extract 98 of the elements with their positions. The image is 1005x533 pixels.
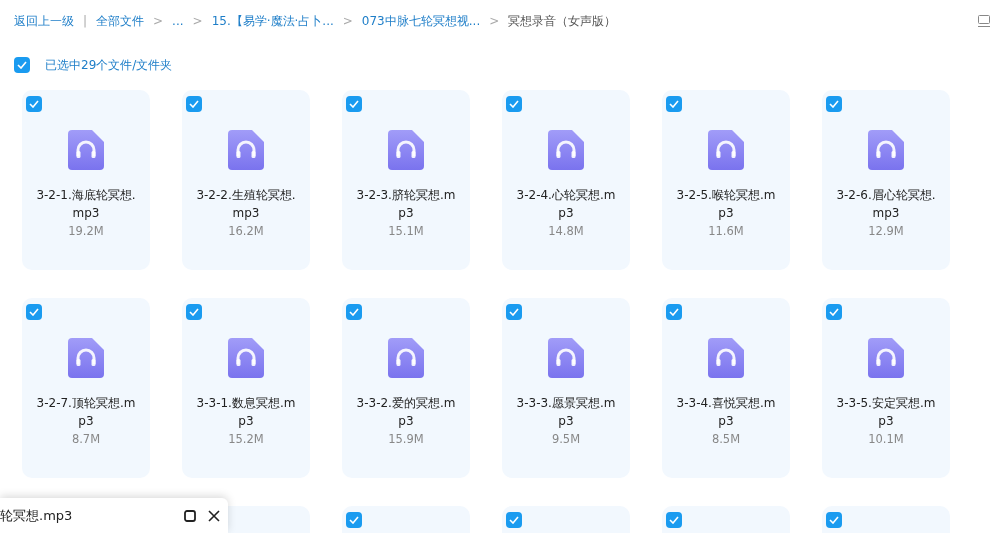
select-all-checkbox[interactable] [14,57,30,73]
file-name: 3-3-1.数息冥想.mp3 [195,395,297,430]
file-card[interactable]: 3-2-2.生殖轮冥想.mp3 16.2M [182,90,310,270]
file-card[interactable]: 3-3-2.爱的冥想.mp3 15.9M [342,298,470,478]
check-icon [829,516,839,524]
check-icon [349,516,359,524]
file-size: 10.1M [868,431,904,448]
breadcrumb-link[interactable]: ... [172,14,184,28]
file-checkbox[interactable] [346,96,362,112]
file-name: 3-2-6.眉心轮冥想.mp3 [835,187,937,222]
breadcrumb-separator: > [489,14,500,28]
audio-file-icon [708,338,744,378]
file-name: 3-2-3.脐轮冥想.mp3 [355,187,457,222]
audio-file-icon [68,338,104,378]
file-size: 8.5M [711,431,741,448]
file-name: 3-3-2.爱的冥想.mp3 [355,395,457,430]
file-checkbox[interactable] [826,304,842,320]
file-size: 15.2M [228,431,264,448]
selection-count: 已选中29个文件/文件夹 [45,56,173,74]
file-checkbox[interactable] [826,96,842,112]
check-icon [349,308,359,316]
audio-file-icon [868,338,904,378]
check-icon [189,100,199,108]
file-card[interactable]: 3-3-3.愿景冥想.mp3 9.5M [502,298,630,478]
file-card[interactable]: 3-2-3.脐轮冥想.mp3 15.1M [342,90,470,270]
file-checkbox[interactable] [346,512,362,528]
check-icon [509,100,519,108]
check-icon [29,100,39,108]
check-icon [829,308,839,316]
check-icon [669,516,679,524]
check-icon [189,308,199,316]
back-link[interactable]: 返回上一级 [14,12,74,30]
file-size: 11.6M [708,223,744,240]
breadcrumb-separator: > [192,14,203,28]
check-icon [29,308,39,316]
check-icon [17,61,27,69]
file-card[interactable]: 3-2-5.喉轮冥想.mp3 11.6M [662,90,790,270]
file-checkbox[interactable] [26,304,42,320]
file-size: 9.5M [551,431,581,448]
breadcrumb-link[interactable]: 15.【易学·魔法·占卜... [211,12,334,30]
audio-file-icon [388,338,424,378]
check-icon [669,100,679,108]
breadcrumb-separator: | [83,14,88,28]
file-checkbox[interactable] [506,512,522,528]
file-size: 8.7M [71,431,101,448]
file-checkbox[interactable] [186,304,202,320]
file-name: 3-2-2.生殖轮冥想.mp3 [195,187,297,222]
file-checkbox[interactable] [826,512,842,528]
maximize-icon[interactable] [184,509,196,522]
display-icon[interactable] [977,14,991,28]
close-icon[interactable] [208,509,220,522]
audio-file-icon [548,130,584,170]
audio-file-icon [548,338,584,378]
file-checkbox[interactable] [346,304,362,320]
file-size: 14.8M [548,223,584,240]
check-icon [509,516,519,524]
file-checkbox[interactable] [506,96,522,112]
file-size: 12.9M [868,223,904,240]
current-folder[interactable]: 冥想录音（女声版） [508,12,617,30]
file-size: 15.9M [388,431,424,448]
file-card[interactable]: 3-2-6.眉心轮冥想.mp3 12.9M [822,90,950,270]
audio-file-icon [228,130,264,170]
player-title: 轮冥想.mp3 [0,506,74,525]
file-card[interactable]: 3-3-4.喜悦冥想.mp3 8.5M [662,298,790,478]
file-name: 3-3-4.喜悦冥想.mp3 [675,395,777,430]
file-name: 3-3-5.安定冥想.mp3 [835,395,937,430]
file-card[interactable]: 3-2-1.海底轮冥想.mp3 19.2M [22,90,150,270]
file-checkbox[interactable] [666,304,682,320]
breadcrumb-link[interactable]: 073中脉七轮冥想视... [361,12,481,30]
breadcrumb-separator: > [153,14,164,28]
file-card[interactable]: 3-3-5.安定冥想.mp3 10.1M [822,298,950,478]
check-icon [669,308,679,316]
check-icon [829,100,839,108]
file-checkbox[interactable] [666,96,682,112]
file-name: 3-2-5.喉轮冥想.mp3 [675,187,777,222]
file-size: 19.2M [68,223,104,240]
check-icon [509,308,519,316]
audio-file-icon [388,130,424,170]
check-icon [349,100,359,108]
file-checkbox[interactable] [666,512,682,528]
file-card[interactable]: 3-2-4.心轮冥想.mp3 14.8M [502,90,630,270]
audio-file-icon [228,338,264,378]
breadcrumb-link[interactable]: 全部文件 [96,12,145,30]
file-card[interactable]: 3-2-7.顶轮冥想.mp3 8.7M [22,298,150,478]
file-card[interactable]: 3-3-1.数息冥想.mp3 15.2M [182,298,310,478]
file-checkbox[interactable] [186,96,202,112]
audio-file-icon [868,130,904,170]
audio-file-icon [68,130,104,170]
file-name: 3-3-3.愿景冥想.mp3 [515,395,617,430]
file-name: 3-2-1.海底轮冥想.mp3 [35,187,137,222]
file-checkbox[interactable] [26,96,42,112]
file-name: 3-2-7.顶轮冥想.mp3 [35,395,137,430]
file-name: 3-2-4.心轮冥想.mp3 [515,187,617,222]
file-size: 15.1M [388,223,424,240]
file-size: 16.2M [228,223,264,240]
file-checkbox[interactable] [506,304,522,320]
audio-file-icon [708,130,744,170]
breadcrumb-separator: > [342,14,353,28]
